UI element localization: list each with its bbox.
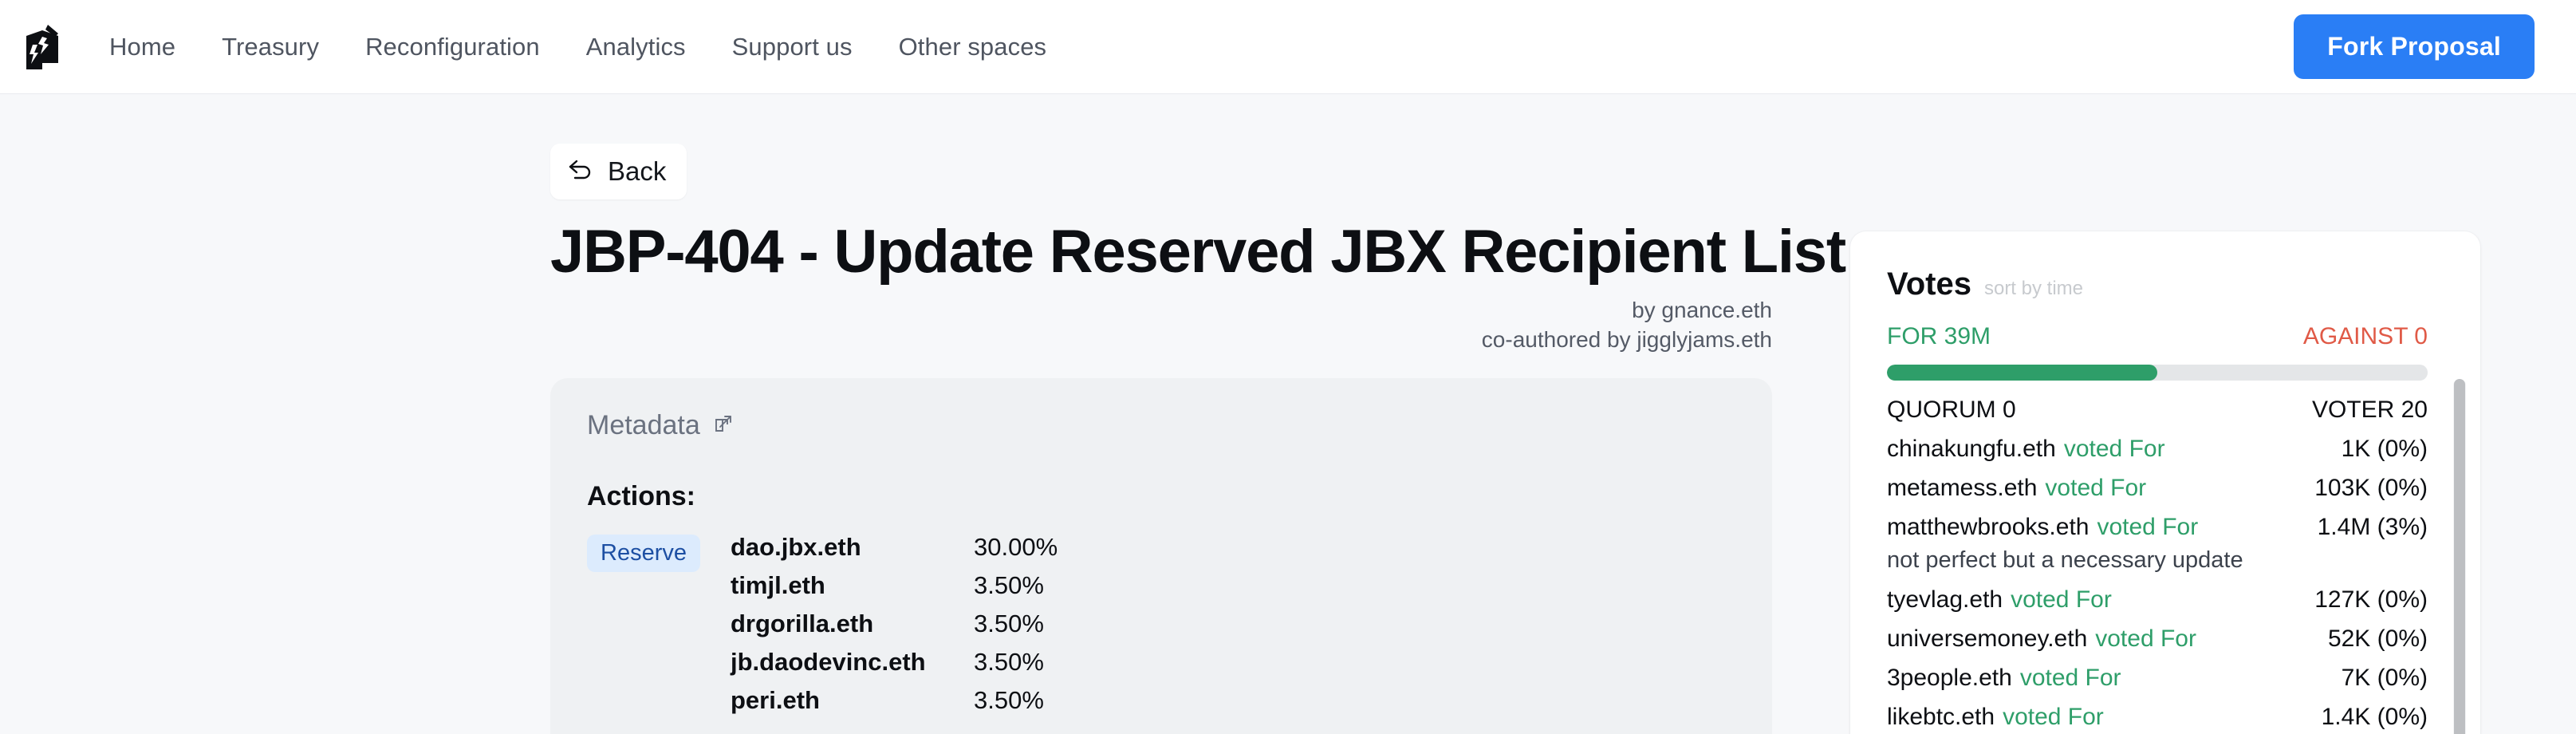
recipient-row: dao.jbx.eth 30.00% (731, 533, 1735, 571)
recipient-list: dao.jbx.eth 30.00% timjl.eth 3.50% drgor… (731, 533, 1735, 724)
vote-choice: voted For (2063, 436, 2165, 462)
vote-item: metamess.eth voted For 103K (0%) (1887, 475, 2428, 502)
primary-nav: Home Treasury Reconfiguration Analytics … (86, 25, 1069, 69)
proposal-main-column: Back JBP-404 - Update Reserved JBX Recip… (550, 94, 1846, 734)
votes-scrollbar[interactable] (2453, 379, 2466, 734)
external-link-icon[interactable] (713, 413, 734, 438)
recipient-name: jb.daodevinc.eth (731, 648, 926, 677)
recipient-row: peri.eth 3.50% (731, 686, 1735, 724)
recipient-row: jb.daodevinc.eth 3.50% (731, 648, 1735, 686)
vote-voter[interactable]: universemoney.eth voted For (1887, 625, 2196, 653)
action-badge-column: Reserve (587, 533, 731, 573)
votes-header: Votes sort by time (1850, 231, 2480, 302)
nav-item-other-spaces[interactable]: Other spaces (876, 25, 1070, 69)
vote-choice: voted For (2019, 665, 2121, 692)
vote-comment: not perfect but a necessary update (1887, 547, 2243, 573)
vote-item: tyevlag.eth voted For 127K (0%) (1887, 586, 2428, 614)
page-body: Back JBP-404 - Update Reserved JBX Recip… (0, 94, 2576, 734)
recipient-name: peri.eth (731, 686, 820, 715)
vote-voter[interactable]: matthewbrooks.eth voted For (1887, 514, 2198, 541)
metadata-header: Metadata (587, 410, 1735, 441)
vote-progress-fill (1887, 365, 2157, 381)
vote-item: universemoney.eth voted For 52K (0%) (1887, 625, 2428, 653)
reserve-badge[interactable]: Reserve (587, 535, 700, 573)
votes-title: Votes (1887, 266, 1971, 302)
vote-choice: voted For (2003, 704, 2104, 731)
vote-voter[interactable]: tyevlag.eth voted For (1887, 586, 2112, 614)
nav-item-treasury[interactable]: Treasury (199, 25, 342, 69)
voter-count-label: VOTER 20 (2311, 397, 2428, 423)
votes-scrollbar-thumb[interactable] (2454, 379, 2465, 734)
vote-line: tyevlag.eth voted For 127K (0%) (1887, 586, 2428, 614)
vote-line: metamess.eth voted For 103K (0%) (1887, 475, 2428, 502)
nav-item-analytics[interactable]: Analytics (563, 25, 709, 69)
recipient-percent: 3.50% (974, 610, 1044, 638)
vote-voter[interactable]: metamess.eth voted For (1887, 475, 2146, 502)
vote-line: universemoney.eth voted For 52K (0%) (1887, 625, 2428, 653)
vote-amount: 52K (0%) (2327, 625, 2428, 653)
vote-amount: 7K (0%) (2341, 665, 2428, 692)
page-title: JBP-404 - Update Reserved JBX Recipient … (550, 218, 1846, 286)
vote-item: chinakungfu.eth voted For 1K (0%) (1887, 436, 2428, 463)
vote-choice: voted For (2095, 625, 2196, 653)
back-button[interactable]: Back (550, 144, 687, 199)
vote-amount: 103K (0%) (2314, 475, 2428, 501)
vote-amount: 127K (0%) (2314, 586, 2428, 614)
arrow-undo-icon (568, 159, 595, 185)
metadata-card: Metadata Actions: Reserve dao.jbx.eth 30… (550, 378, 1772, 734)
votes-panel: Votes sort by time FOR 39M AGAINST 0 QUO… (1850, 231, 2480, 734)
vote-choice: voted For (2011, 586, 2112, 614)
recipient-name: timjl.eth (731, 571, 825, 600)
quorum-label: QUORUM 0 (1887, 397, 2016, 423)
recipient-row: drgorilla.eth 3.50% (731, 610, 1735, 648)
vote-line: chinakungfu.eth voted For 1K (0%) (1887, 436, 2428, 463)
votes-sort-toggle[interactable]: sort by time (1984, 278, 2083, 300)
byline: by gnance.eth co-authored by jigglyjams.… (550, 296, 1772, 355)
vote-line: matthewbrooks.eth voted For 1.4M (3%) (1887, 514, 2428, 541)
votes-scroll-area: FOR 39M AGAINST 0 QUORUM 0 VOTER 20 chin… (1850, 323, 2480, 734)
recipient-name: dao.jbx.eth (731, 533, 861, 562)
vote-amount: 1.4M (3%) (2317, 514, 2428, 540)
fork-proposal-button[interactable]: Fork Proposal (2294, 14, 2535, 79)
actions-label: Actions: (587, 481, 695, 512)
vote-line: likebtc.eth voted For 1.4K (0%) (1887, 704, 2428, 731)
recipient-percent: 3.50% (974, 686, 1044, 715)
action-row: Reserve dao.jbx.eth 30.00% timjl.eth 3.5… (587, 533, 1735, 724)
vote-item: likebtc.eth voted For 1.4K (0%) (1887, 704, 2428, 731)
back-button-label: Back (608, 156, 667, 186)
vote-amount: 1K (0%) (2341, 436, 2428, 462)
app-header: Home Treasury Reconfiguration Analytics … (0, 0, 2576, 94)
coauthor-line: co-authored by jigglyjams.eth (1481, 326, 1772, 352)
vote-choice: voted For (2045, 475, 2147, 501)
author-line: by gnance.eth (1632, 297, 1772, 322)
vote-list: chinakungfu.eth voted For 1K (0%) metamess.… (1887, 436, 2428, 734)
votes-for-label: FOR 39M (1887, 323, 1991, 349)
vote-voter[interactable]: 3people.eth voted For (1887, 665, 2121, 692)
votes-against-label: AGAINST 0 (2302, 323, 2428, 349)
vote-choice: voted For (2097, 514, 2199, 540)
vote-item: 3people.eth voted For 7K (0%) (1887, 665, 2428, 692)
juicebox-logo-icon[interactable] (18, 18, 67, 76)
vote-amount: 1.4K (0%) (2321, 704, 2428, 731)
vote-tally-row: FOR 39M AGAINST 0 (1887, 323, 2428, 350)
vote-item: matthewbrooks.eth voted For 1.4M (3%) not p… (1887, 514, 2428, 574)
nav-item-support-us[interactable]: Support us (709, 25, 876, 69)
vote-voter[interactable]: likebtc.eth voted For (1887, 704, 2104, 731)
quorum-row: QUORUM 0 VOTER 20 (1887, 397, 2428, 424)
recipient-percent: 3.50% (974, 571, 1044, 600)
vote-progress-bar (1887, 365, 2428, 381)
vote-voter[interactable]: chinakungfu.eth voted For (1887, 436, 2165, 463)
nav-item-reconfiguration[interactable]: Reconfiguration (342, 25, 563, 69)
recipient-name: drgorilla.eth (731, 610, 874, 638)
recipient-row: timjl.eth 3.50% (731, 571, 1735, 610)
nav-item-home[interactable]: Home (86, 25, 199, 69)
metadata-label: Metadata (587, 410, 700, 441)
recipient-percent: 3.50% (974, 648, 1044, 677)
recipient-percent: 30.00% (974, 533, 1058, 562)
vote-line: 3people.eth voted For 7K (0%) (1887, 665, 2428, 692)
